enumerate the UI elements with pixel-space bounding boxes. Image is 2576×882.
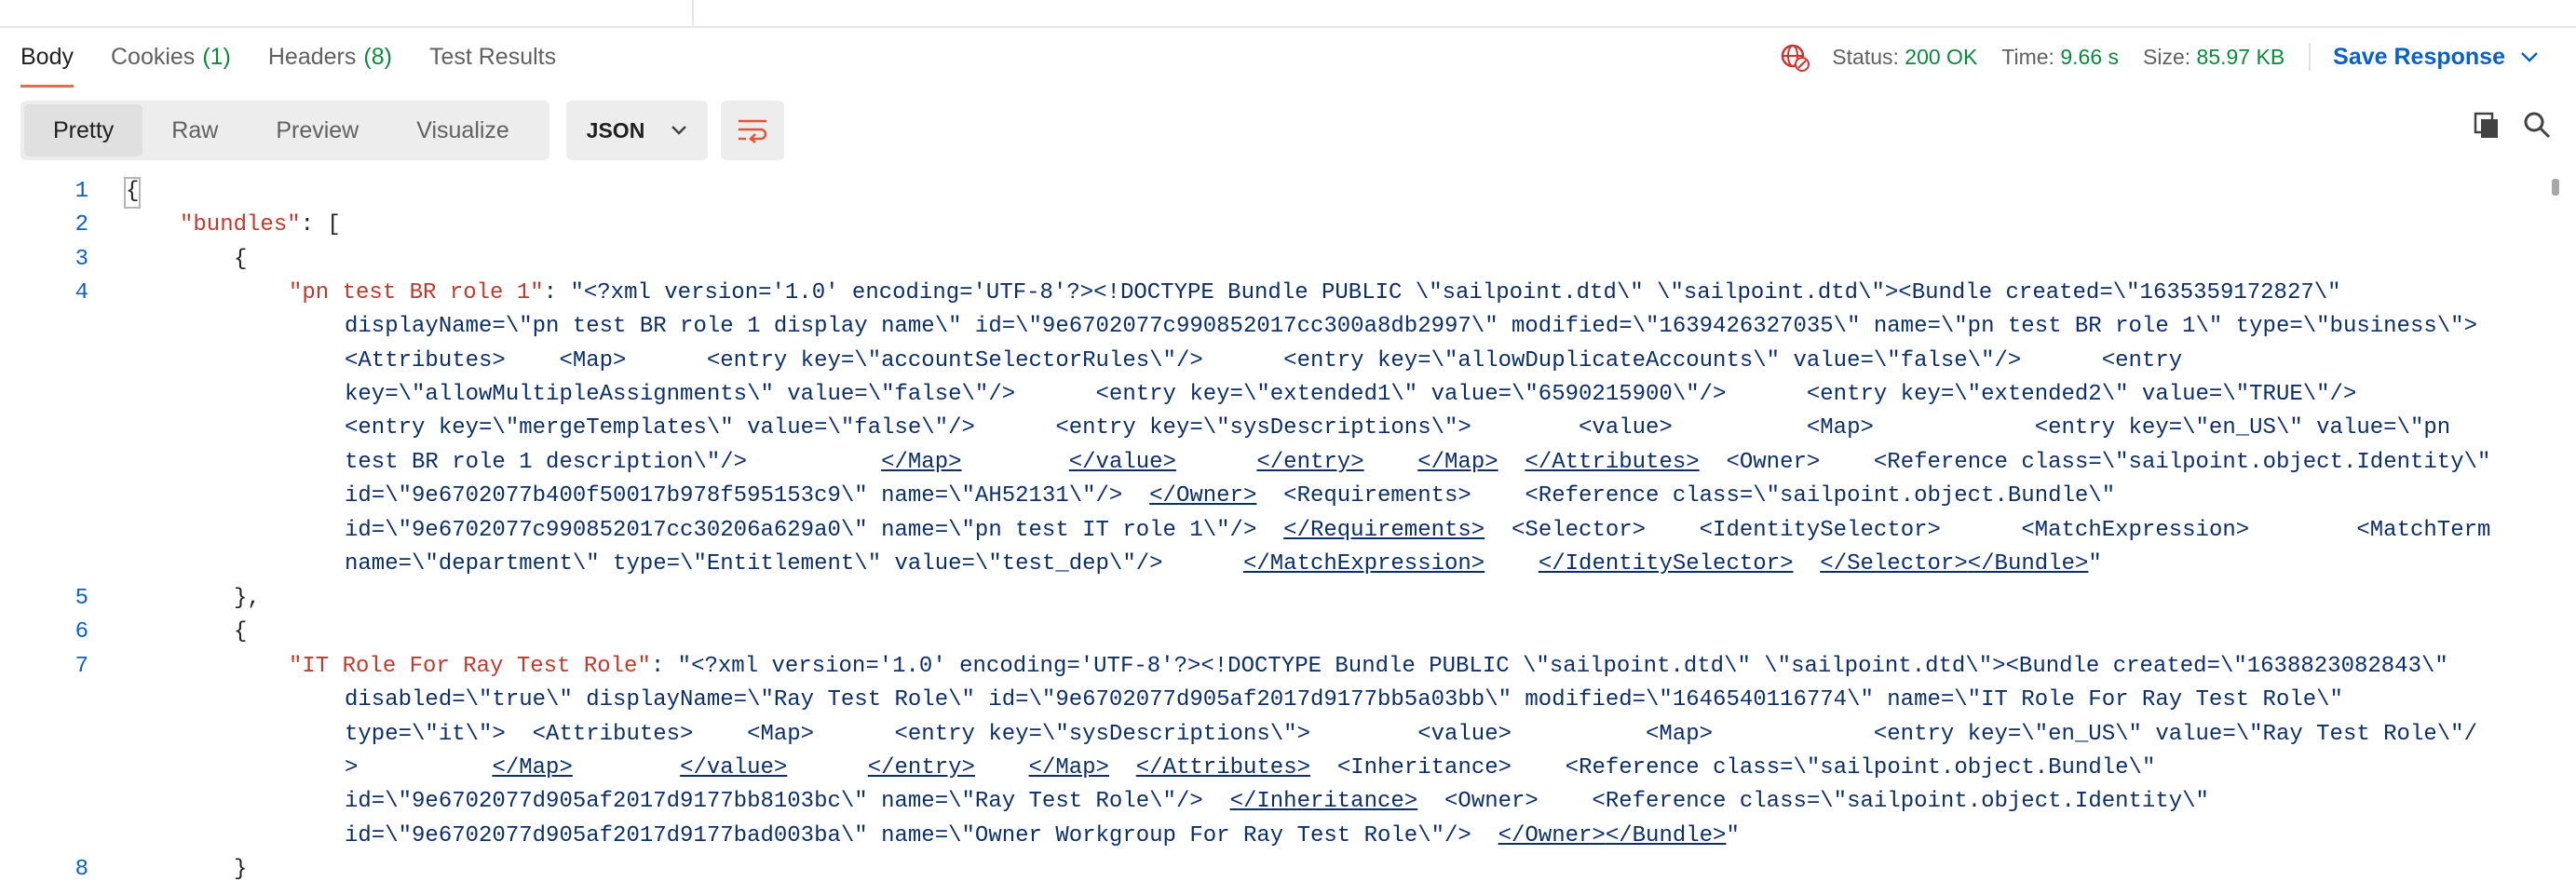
view-pretty[interactable]: Pretty (24, 104, 143, 156)
line-number: 3 (75, 247, 88, 272)
chevron-down-icon (671, 126, 687, 135)
code-line: > </Map> </value> </entry> </Map> </Attr… (345, 755, 2156, 780)
tab-body[interactable]: Body (20, 35, 74, 88)
code-line: id=\"9e6702077b400f50017b978f595153c9\" … (345, 483, 2116, 509)
line-number: 7 (75, 654, 88, 679)
code-line: { (234, 247, 248, 272)
closing-tag: </Bundle> (1605, 823, 1727, 848)
tab-cookies[interactable]: Cookies (1) (111, 35, 231, 78)
json-key: "pn test BR role 1" (289, 280, 544, 305)
closing-tag: </Map> (492, 755, 573, 780)
closing-tag: </Requirements> (1283, 518, 1485, 543)
code-line: { (124, 177, 141, 209)
vertical-scrollbar[interactable] (2552, 179, 2559, 196)
json-key: "bundles" (180, 212, 301, 237)
view-mode-switcher: Pretty Raw Preview Visualize (20, 101, 549, 160)
code-line: test BR role 1 description\"/> </Map> </… (345, 450, 2491, 475)
code-line: <entry key=\"mergeTemplates\" value=\"fa… (345, 415, 2451, 441)
closing-tag: </entry> (867, 755, 975, 780)
time-value: 9.66 s (2060, 44, 2119, 69)
status-readout[interactable]: Status: 200 OK (1832, 45, 1977, 70)
closing-tag: </Attributes> (1135, 755, 1311, 780)
closing-tag: </Map> (1417, 450, 1498, 475)
code-line: id=\"9e6702077d905af2017d9177bb8103bc\" … (345, 789, 2209, 814)
wrap-lines-icon (739, 119, 767, 143)
save-response-button[interactable]: Save Response (2333, 44, 2539, 71)
closing-tag: </Attributes> (1525, 450, 1700, 475)
tab-test-results[interactable]: Test Results (429, 35, 556, 78)
response-status-bar: Status: 200 OK Time: 9.66 s Size: 85.97 … (1780, 35, 2539, 78)
code-line: { (234, 619, 248, 645)
format-select[interactable]: JSON (566, 101, 708, 160)
line-number: 4 (75, 280, 88, 305)
code-line: type=\"it\"> <Attributes> <Map> <entry k… (345, 722, 2477, 747)
closing-tag: </Owner> (1149, 483, 1257, 509)
closing-tag: </value> (1068, 450, 1176, 475)
status-value: 200 OK (1905, 44, 1978, 69)
tab-count: (1) (202, 43, 231, 70)
time-readout[interactable]: Time: 9.66 s (2001, 45, 2119, 70)
closing-tag: </Bundle> (1967, 551, 2089, 577)
line-number: 5 (75, 586, 88, 611)
wrap-lines-button[interactable] (721, 101, 784, 160)
globe-error-icon[interactable] (1780, 42, 1810, 72)
chevron-down-icon (2521, 52, 2538, 62)
json-punct: : [ (300, 212, 341, 237)
json-string: : "<?xml version='1.0' encoding='UTF-8'?… (543, 280, 2341, 305)
closing-tag: </MatchExpression> (1242, 551, 1485, 577)
code-line: "bundles": [ (180, 212, 341, 237)
view-visualize[interactable]: Visualize (387, 104, 538, 156)
separator (2309, 43, 2312, 71)
size-readout[interactable]: Size: 85.97 KB (2143, 45, 2285, 70)
closing-tag: </Map> (1028, 755, 1109, 780)
search-icon[interactable] (2522, 110, 2552, 140)
line-number: 1 (75, 179, 88, 204)
code-line: key=\"allowMultipleAssignments\" value=\… (345, 382, 2357, 407)
code-line: }, (234, 586, 261, 611)
code-line: name=\"department\" type=\"Entitlement\"… (345, 551, 2102, 577)
closing-tag: </Inheritance> (1229, 789, 1418, 814)
code-line: id=\"9e6702077c990852017cc30206a629a0\" … (345, 518, 2491, 543)
line-number: 8 (75, 857, 88, 882)
closing-tag: </entry> (1256, 450, 1364, 475)
code-line: id=\"9e6702077d905af2017d9177bad003ba\" … (345, 823, 1740, 848)
code-line: "pn test BR role 1": "<?xml version='1.0… (289, 280, 2341, 305)
request-panel-edge (0, 0, 2576, 28)
closing-tag: </Owner> (1498, 823, 1606, 848)
code-line: } (234, 857, 248, 882)
response-tabs: Body Cookies (1) Headers (8) Test Results (20, 35, 593, 88)
line-number: 6 (75, 619, 88, 645)
view-preview[interactable]: Preview (247, 104, 387, 156)
response-tools (2451, 110, 2552, 140)
code-line: displayName=\"pn test BR role 1 display … (345, 314, 2477, 339)
closing-tag: </value> (680, 755, 788, 780)
brace-match: { (124, 177, 141, 209)
closing-tag: </IdentitySelector> (1538, 551, 1794, 577)
tab-headers[interactable]: Headers (8) (268, 35, 392, 78)
code-line: "IT Role For Ray Test Role": "<?xml vers… (289, 654, 2448, 679)
copy-icon[interactable] (2472, 110, 2501, 140)
size-value: 85.97 KB (2196, 44, 2285, 69)
closing-tag: </Map> (881, 450, 962, 475)
view-raw[interactable]: Raw (142, 104, 247, 156)
code-line: disabled=\"true\" displayName=\"Ray Test… (345, 687, 2343, 712)
panel-divider (692, 0, 694, 26)
json-string: : "<?xml version='1.0' encoding='UTF-8'?… (650, 654, 2448, 679)
closing-tag: </Selector> (1820, 551, 1968, 577)
json-key: "IT Role For Ray Test Role" (289, 654, 651, 679)
tab-count: (8) (363, 43, 392, 70)
code-line: <Attributes> <Map> <entry key=\"accountS… (345, 348, 2183, 373)
line-number: 2 (75, 212, 88, 237)
